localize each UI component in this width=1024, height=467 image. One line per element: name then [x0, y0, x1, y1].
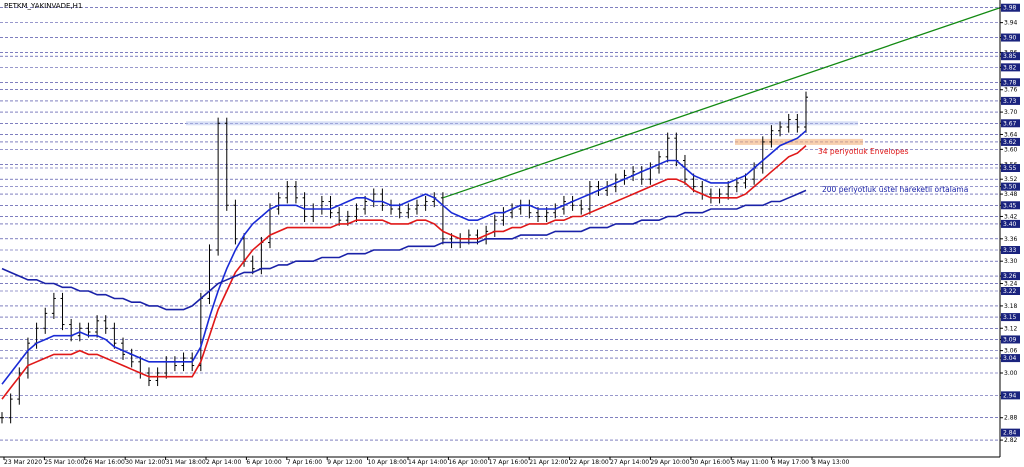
x-tick-label: 31 Mar 18:00 — [166, 459, 206, 466]
chart-title: PETKM_YAKINVADE,H1 — [4, 2, 82, 10]
y-tick-label: 3.36 — [1004, 236, 1018, 243]
price-level-tag-label: 3.40 — [1003, 221, 1017, 228]
x-tick-label: 27 Apr 14:00 — [610, 459, 649, 466]
price-level-tag-label: 3.73 — [1003, 98, 1017, 105]
price-level-tag-label: 3.15 — [1003, 314, 1017, 321]
y-tick-label: 3.64 — [1004, 131, 1018, 138]
x-tick-label: 6 Apr 10:00 — [246, 459, 281, 466]
y-tick-label: 3.48 — [1004, 191, 1018, 198]
x-tick-label: 8 May 13:00 — [812, 459, 850, 466]
x-tick-label: 26 Mar 16:00 — [85, 459, 125, 466]
x-tick-label: 16 Apr 10:00 — [448, 459, 487, 466]
x-tick-label: 30 Apr 16:00 — [691, 459, 730, 466]
price-level-tag-label: 3.33 — [1003, 247, 1017, 254]
y-tick-label: 3.52 — [1004, 176, 1018, 183]
price-level-tag-label: 3.09 — [1003, 336, 1017, 343]
x-tick-label: 25 Mar 10:00 — [44, 459, 84, 466]
x-tick-label: 5 May 11:00 — [731, 459, 769, 466]
y-tick-label: 3.60 — [1004, 146, 1018, 153]
price-level-tag-label: 3.98 — [1003, 5, 1017, 12]
x-tick-label: 2 Apr 14:00 — [206, 459, 241, 466]
chart-annotation: 200 periyotluk üstel hareketli ortalama — [822, 185, 968, 194]
support-zone — [735, 138, 863, 145]
x-tick-label: 6 May 17:00 — [772, 459, 810, 466]
x-axis-ticks[interactable]: 23 Mar 2020 25 Mar 10:00 26 Mar 16:00 30 Ma… — [3, 457, 850, 466]
x-tick-label: 30 Mar 12:00 — [125, 459, 165, 466]
y-tick-label: 3.70 — [1004, 109, 1018, 116]
price-level-tag-label: 3.45 — [1003, 202, 1017, 209]
price-level-tag-label: 3.04 — [1003, 355, 1017, 362]
y-tick-label: 3.76 — [1004, 87, 1018, 94]
price-level-tag-label: 3.82 — [1003, 64, 1017, 71]
y-tick-label: 3.18 — [1004, 303, 1018, 310]
x-tick-label: 22 Apr 18:00 — [570, 459, 609, 466]
x-tick-label: 17 Apr 16:00 — [489, 459, 528, 466]
y-tick-label: 3.12 — [1004, 325, 1018, 332]
y-tick-label: 3.30 — [1004, 258, 1018, 265]
y-tick-label: 2.88 — [1004, 415, 1018, 422]
x-tick-label: 10 Apr 18:00 — [368, 459, 407, 466]
x-tick-label: 9 Apr 12:00 — [327, 459, 362, 466]
y-tick-label: 3.06 — [1004, 348, 1018, 355]
price-level-tag-label: 3.85 — [1003, 53, 1017, 60]
price-chart: 34 periyotluk Envelopes 200 periyotluk üs… — [0, 0, 1020, 466]
price-level-tag-label: 3.67 — [1003, 120, 1017, 127]
y-axis-ticks[interactable]: 2.82 2.88 2.94 3.00 3.043.06 3.09 3.12 3.15 3.18… — [1000, 3, 1020, 444]
x-tick-label: 14 Apr 14:00 — [408, 459, 447, 466]
price-level-tag-label: 2.94 — [1003, 392, 1017, 399]
x-tick-label: 23 Mar 2020 — [4, 459, 42, 466]
y-tick-label: 3.42 — [1004, 213, 1018, 220]
x-tick-label: 21 Apr 12:00 — [529, 459, 568, 466]
price-level-tag-label: 2.84 — [1003, 430, 1017, 437]
y-tick-label: 3.00 — [1004, 370, 1018, 377]
chart-annotation: 34 periyotluk Envelopes — [818, 147, 909, 156]
y-tick-label: 3.24 — [1004, 281, 1018, 288]
y-tick-label: 2.82 — [1004, 437, 1018, 444]
x-tick-label: 7 Apr 16:00 — [287, 459, 322, 466]
price-level-tag-label: 3.62 — [1003, 139, 1017, 146]
price-level-tag-label: 3.26 — [1003, 273, 1017, 280]
x-tick-label: 29 Apr 10:00 — [650, 459, 689, 466]
price-level-tag-label: 3.50 — [1003, 184, 1017, 191]
price-level-tag-label: 3.78 — [1003, 79, 1017, 86]
resistance-zone — [186, 121, 858, 126]
y-tick-label: 3.94 — [1004, 20, 1018, 27]
plot-area — [0, 0, 1000, 457]
price-level-tag-label: 3.55 — [1003, 165, 1017, 172]
price-level-tag-label: 3.90 — [1003, 35, 1017, 42]
price-level-tag-label: 3.22 — [1003, 288, 1017, 295]
